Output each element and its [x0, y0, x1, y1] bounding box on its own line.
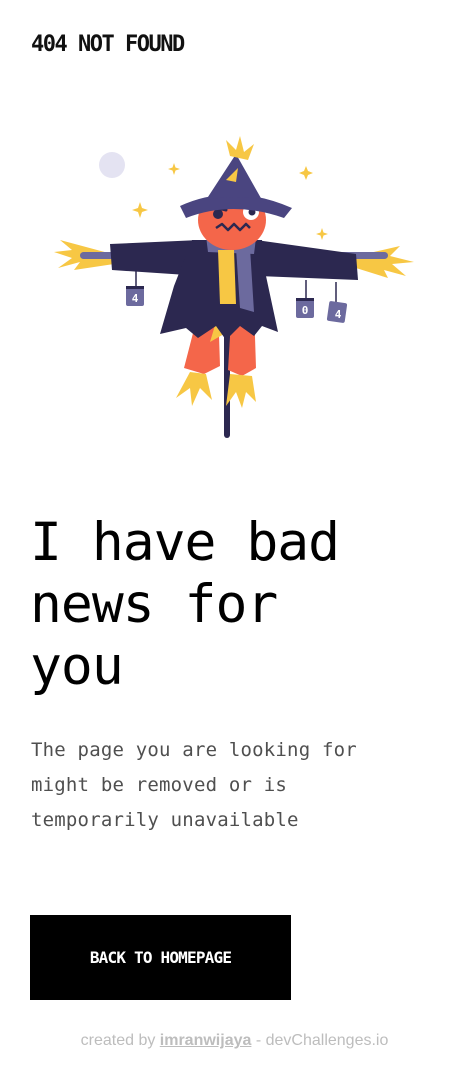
right-foot-straw: [226, 374, 256, 408]
author-link[interactable]: imranwijaya: [160, 1032, 252, 1049]
moon-icon: [99, 152, 125, 178]
page-headline: I have bad news for you: [30, 512, 450, 698]
footer-prefix: created by: [80, 1032, 160, 1049]
headline-line: you: [30, 636, 124, 697]
description-line: temporarily unavailable: [31, 809, 299, 831]
back-to-homepage-button[interactable]: BACK TO HOMEPAGE: [30, 915, 291, 1000]
hat-straw: [226, 136, 254, 160]
can-label: 4: [132, 292, 139, 305]
can-right: 4: [326, 282, 348, 323]
footer-credit: created by imranwijaya - devChallenges.i…: [0, 1032, 469, 1050]
description-line: might be removed or is: [31, 774, 288, 796]
right-straw-hand: [356, 246, 414, 278]
headline-line: news for: [30, 574, 278, 635]
scarf-tail-yellow: [218, 250, 236, 304]
description-line: The page you are looking for: [31, 739, 357, 761]
footer-suffix: - devChallenges.io: [251, 1032, 389, 1049]
can-label: 4: [335, 308, 342, 321]
page-description: The page you are looking for might be rem…: [31, 733, 421, 838]
scarecrow-illustration: 4 0 4: [54, 136, 414, 438]
logo-text[interactable]: 404 NOT FOUND: [31, 32, 185, 57]
right-sleeve: [256, 240, 358, 280]
headline-line: I have bad: [30, 512, 340, 573]
can-label: 0: [302, 304, 309, 317]
left-foot-straw: [176, 372, 212, 406]
can-middle: 0: [296, 280, 314, 318]
